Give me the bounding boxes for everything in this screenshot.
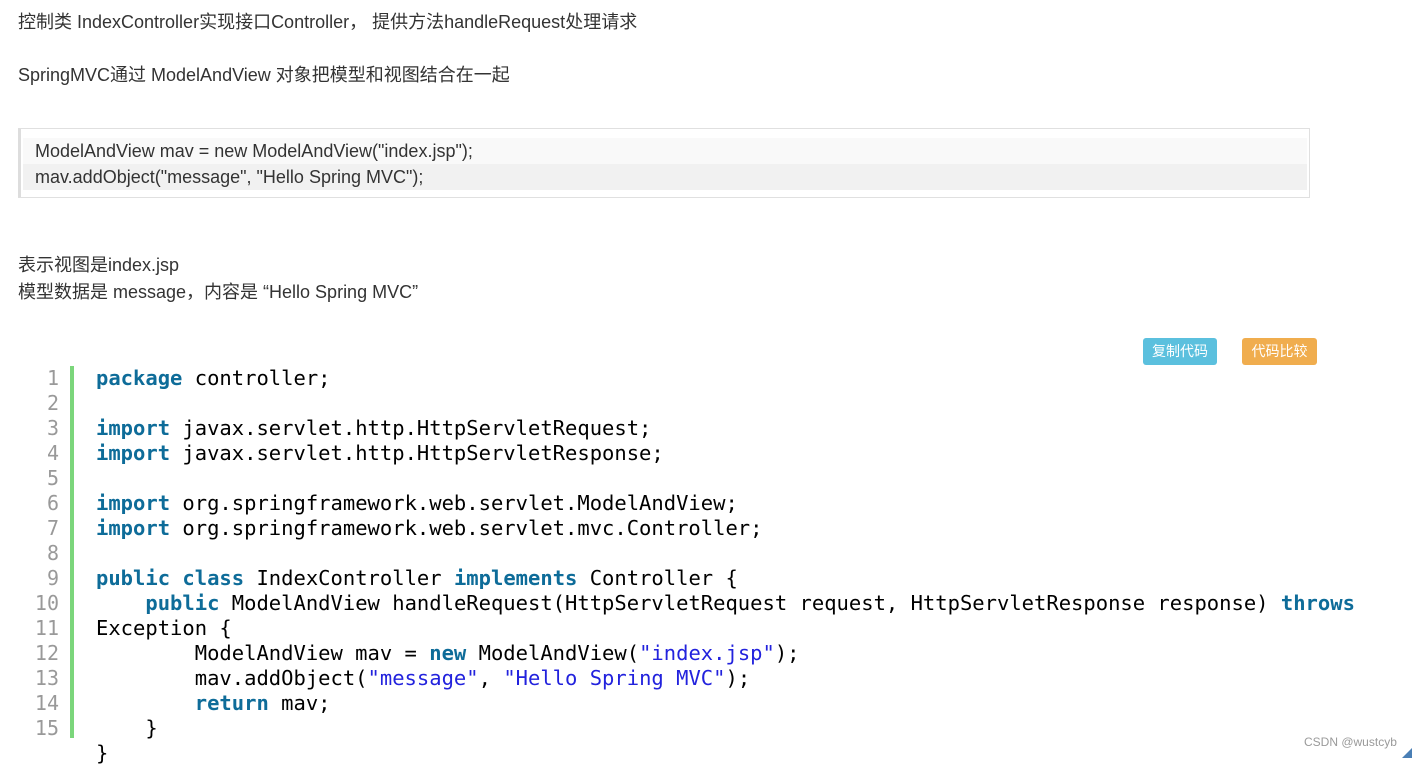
code-keyword: return	[194, 691, 282, 715]
code-token: mav.addObject(	[96, 666, 368, 690]
code-line: 14 return mav;	[0, 691, 1412, 716]
line-number: 2	[46, 391, 59, 415]
code-keyword: implements	[453, 566, 590, 590]
code-token: );	[725, 666, 751, 690]
code-line: 5	[0, 466, 1412, 491]
line-number: 9	[46, 566, 59, 590]
code-token: ModelAndView(	[478, 641, 640, 665]
code-token: org.springframework.web.servlet.mvc.Cont…	[182, 516, 763, 540]
line-number: 1	[46, 366, 59, 390]
code-keyword: public	[96, 566, 171, 590]
code-text: import javax.servlet.http.HttpServletRes…	[96, 441, 664, 466]
code-text: public ModelAndView handleRequest(HttpSe…	[96, 591, 1355, 616]
code-token: }	[96, 716, 158, 740]
line-number: 14	[34, 691, 59, 715]
explain-text-2: 模型数据是 message，内容是 “Hello Spring MVC”	[18, 282, 419, 302]
code-keyword: public	[145, 591, 232, 615]
line-number: 4	[46, 441, 59, 465]
code-token: mav;	[281, 691, 331, 715]
code-line: 1 package controller;	[0, 366, 1412, 391]
quote-line-1: ModelAndView mav = new ModelAndView("ind…	[23, 138, 1307, 164]
code-string: "Hello Spring MVC"	[503, 666, 726, 690]
code-text: ModelAndView mav = new ModelAndView("ind…	[96, 641, 800, 666]
code-line: 2	[0, 391, 1412, 416]
code-token: controller;	[194, 366, 331, 390]
code-text: Exception {	[96, 616, 232, 641]
code-line: 9 public class IndexController implements…	[0, 566, 1412, 591]
code-keyword: throws	[1280, 591, 1355, 615]
line-number: 6	[46, 491, 59, 515]
code-keyword: new	[429, 641, 479, 665]
code-token: ModelAndView mav =	[96, 641, 430, 665]
code-line: 10 public ModelAndView handleRequest(Htt…	[0, 591, 1412, 616]
code-string: "index.jsp"	[639, 641, 775, 665]
code-keyword: import	[96, 491, 183, 515]
watermark: CSDN @wustcyb	[1304, 735, 1397, 749]
code-keyword: import	[96, 441, 183, 465]
code-token: org.springframework.web.servlet.ModelAnd…	[182, 491, 738, 515]
code-line: 3 import javax.servlet.http.HttpServletRe…	[0, 416, 1412, 441]
code-token: ,	[478, 666, 504, 690]
code-token: Exception {	[96, 616, 232, 640]
corner-resize-icon	[1402, 748, 1412, 758]
code-token: javax.servlet.http.HttpServletRequest;	[182, 416, 652, 440]
code-text: return mav;	[96, 691, 331, 716]
code-token: Controller {	[589, 566, 738, 590]
copy-code-button[interactable]: 复制代码	[1143, 338, 1217, 365]
code-text: mav.addObject("message", "Hello Spring M…	[96, 666, 750, 691]
code-token: );	[774, 641, 800, 665]
code-text: }	[96, 741, 108, 766]
code-keyword: class	[182, 566, 257, 590]
code-text: import org.springframework.web.servlet.m…	[96, 516, 762, 541]
code-line: 12 ModelAndView mav = new ModelAndView("…	[0, 641, 1412, 666]
line-number: 15	[34, 716, 59, 740]
intro-text-2: SpringMVC通过 ModelAndView 对象把模型和视图结合在一起	[18, 65, 510, 85]
line-number: 11	[34, 616, 59, 640]
code-text: package controller;	[96, 366, 331, 391]
code-string: "message"	[367, 666, 479, 690]
code-line: 7 import org.springframework.web.servlet.…	[0, 516, 1412, 541]
code-token: }	[96, 741, 109, 765]
code-text: import javax.servlet.http.HttpServletReq…	[96, 416, 651, 441]
line-number: 12	[34, 641, 59, 665]
code-line: 13 mav.addObject("message", "Hello Sprin…	[0, 666, 1412, 691]
line-number: 5	[46, 466, 59, 490]
code-line: 11 Exception {	[0, 616, 1412, 641]
code-token: javax.servlet.http.HttpServletResponse;	[182, 441, 664, 465]
quote-line-2: mav.addObject("message", "Hello Spring M…	[23, 164, 1307, 190]
code-token: IndexController	[256, 566, 454, 590]
code-line: 15 }	[0, 716, 1412, 741]
line-number: 10	[34, 591, 59, 615]
code-quote: ModelAndView mav = new ModelAndView("ind…	[18, 128, 1310, 198]
code-block: 1 package controller; 2 3 import javax.servl…	[0, 366, 1412, 765]
code-line: 8	[0, 541, 1412, 566]
explain-text-1: 表示视图是index.jsp	[18, 255, 180, 275]
code-keyword: package	[96, 366, 195, 390]
code-keyword: import	[96, 416, 183, 440]
code-line: }	[0, 741, 1412, 766]
code-text: public class IndexController implements …	[96, 566, 738, 591]
code-line: 6 import org.springframework.web.servlet.…	[0, 491, 1412, 516]
line-number: 8	[46, 541, 59, 565]
code-text: import org.springframework.web.servlet.M…	[96, 491, 738, 516]
code-keyword: import	[96, 516, 183, 540]
code-text: }	[96, 716, 158, 741]
intro-text-1: 控制类 IndexController实现接口Controller， 提供方法h…	[18, 12, 638, 32]
line-number: 7	[46, 516, 59, 540]
line-number: 13	[34, 666, 59, 690]
code-token: ModelAndView handleRequest(HttpServletRe…	[231, 591, 1281, 615]
code-line: 4 import javax.servlet.http.HttpServletRe…	[0, 441, 1412, 466]
line-number: 3	[46, 416, 59, 440]
compare-code-button[interactable]: 代码比较	[1242, 338, 1317, 365]
